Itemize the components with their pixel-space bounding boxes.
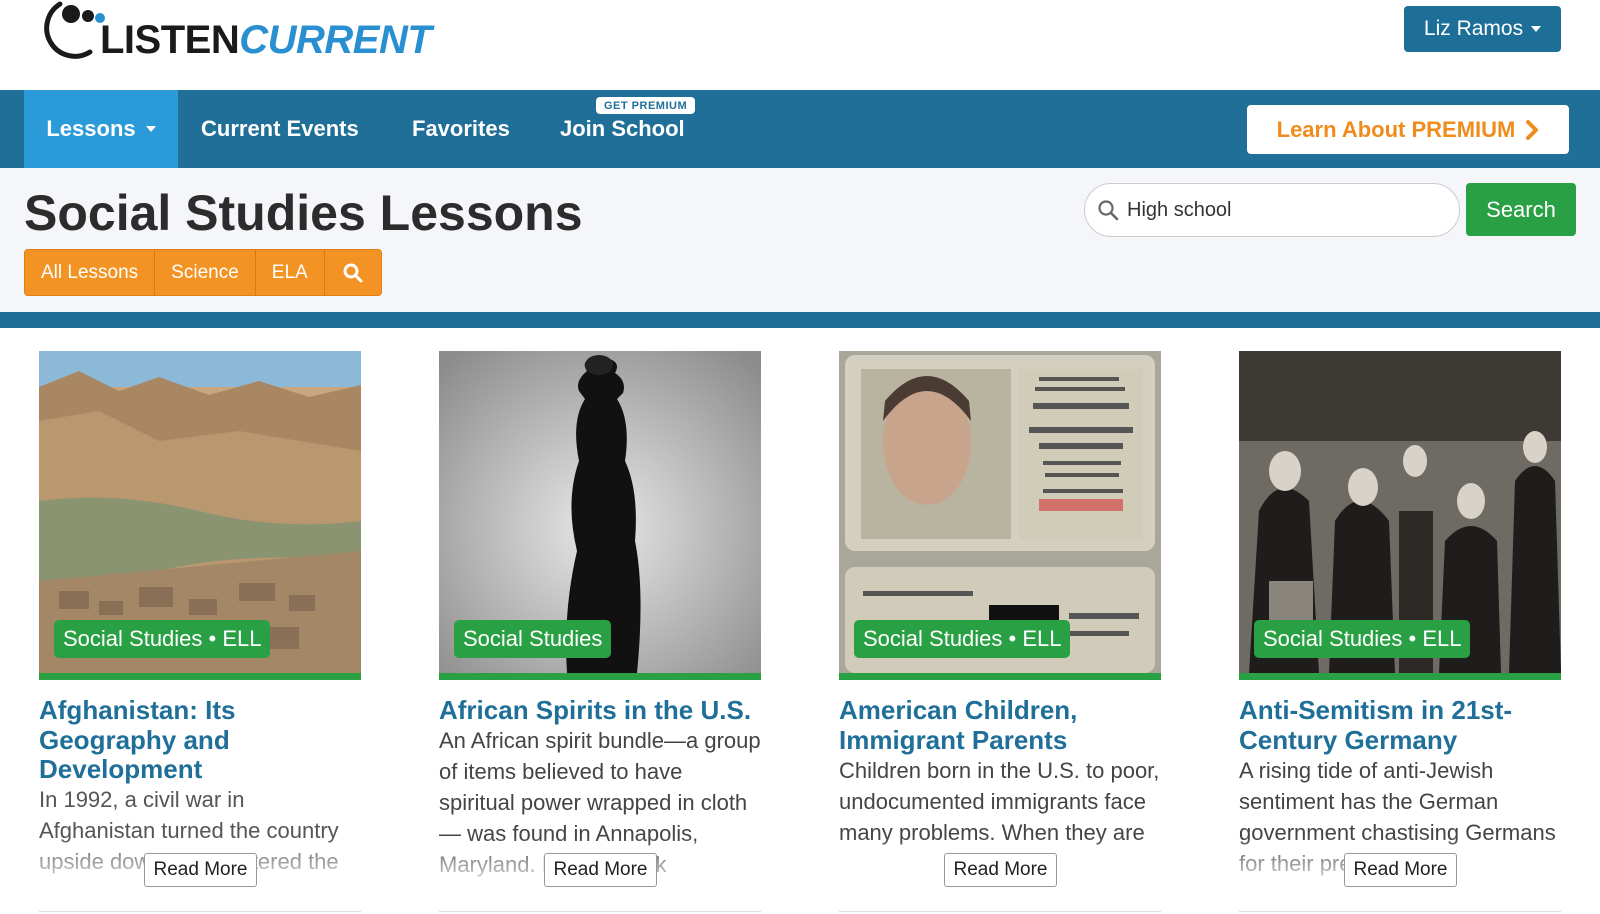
- filter-search-button[interactable]: [325, 250, 381, 295]
- lesson-title[interactable]: Anti-Semitism in 21st-Century Germany: [1239, 695, 1561, 755]
- subject-tag: Social Studies • ELL: [854, 620, 1071, 658]
- card-divider: [39, 911, 361, 912]
- lesson-card[interactable]: Social Studies • ELL American Children, …: [839, 351, 1161, 914]
- search-button[interactable]: Search: [1466, 183, 1576, 236]
- listen-current-logo[interactable]: LISTENCURRENT: [38, 0, 432, 66]
- learn-about-premium-label: Learn About PREMIUM: [1276, 116, 1516, 142]
- nav-join-school-label: Join School: [560, 116, 685, 141]
- subject-tag: Social Studies: [454, 620, 612, 658]
- nav-favorites[interactable]: Favorites: [412, 90, 510, 168]
- logo-word-listen: LISTEN: [100, 18, 240, 62]
- card-divider: [1239, 911, 1561, 912]
- search-icon: [1098, 200, 1119, 221]
- subject-filter-group: All Lessons Science ELA: [24, 249, 382, 296]
- search-input[interactable]: [1127, 198, 1427, 222]
- read-more-button[interactable]: Read More: [544, 853, 657, 887]
- nav-lessons-label: Lessons: [46, 116, 136, 141]
- image-accent-bar: [839, 673, 1161, 680]
- image-accent-bar: [439, 673, 761, 680]
- lesson-title[interactable]: American Children, Immigrant Parents: [839, 695, 1161, 755]
- subject-tag: Social Studies • ELL: [54, 620, 271, 658]
- logo-word-current: CURRENT: [239, 18, 432, 62]
- read-more-button[interactable]: Read More: [1344, 853, 1457, 887]
- filter-ela[interactable]: ELA: [256, 250, 325, 295]
- lesson-card[interactable]: Social Studies • ELL Anti-Semitism in 21…: [1239, 351, 1561, 914]
- lesson-search-box: [1084, 183, 1460, 237]
- chevron-right-icon: [1526, 119, 1539, 140]
- chevron-down-icon: [1531, 26, 1542, 32]
- section-divider: [0, 312, 1600, 328]
- lesson-description: Children born in the U.S. to poor, undoc…: [839, 758, 1160, 845]
- lesson-title[interactable]: Afghanistan: Its Geography and Developme…: [39, 695, 361, 785]
- learn-about-premium-button[interactable]: Learn About PREMIUM: [1247, 105, 1569, 154]
- user-menu-button[interactable]: Liz Ramos: [1404, 6, 1561, 52]
- lesson-card[interactable]: Social Studies African Spirits in the U.…: [439, 351, 761, 914]
- read-more-button[interactable]: Read More: [144, 853, 257, 887]
- image-accent-bar: [39, 673, 361, 680]
- filter-all-lessons[interactable]: All Lessons: [25, 250, 156, 295]
- nav-favorites-label: Favorites: [412, 116, 510, 141]
- nav-lessons[interactable]: Lessons: [24, 90, 178, 168]
- image-accent-bar: [1239, 673, 1561, 680]
- lesson-card[interactable]: Social Studies • ELL Afghanistan: Its Ge…: [39, 351, 361, 914]
- subject-tag: Social Studies • ELL: [1254, 620, 1471, 658]
- logo-mark-icon: [44, 1, 105, 59]
- search-icon: [343, 263, 363, 282]
- top-header: LISTENCURRENT Liz Ramos: [0, 0, 1600, 90]
- filter-science[interactable]: Science: [155, 250, 256, 295]
- chevron-down-icon: [145, 126, 156, 132]
- page-title: Social Studies Lessons: [24, 185, 583, 241]
- nav-current-events-label: Current Events: [201, 116, 359, 141]
- lesson-title[interactable]: African Spirits in the U.S.: [439, 695, 761, 726]
- card-divider: [839, 911, 1161, 912]
- read-more-button[interactable]: Read More: [944, 853, 1057, 887]
- user-name: Liz Ramos: [1423, 17, 1524, 40]
- card-divider: [439, 911, 761, 912]
- logo-wordmark: LISTENCURRENT: [100, 18, 432, 63]
- nav-current-events[interactable]: Current Events: [201, 90, 359, 168]
- get-premium-badge: GET PREMIUM: [596, 97, 696, 114]
